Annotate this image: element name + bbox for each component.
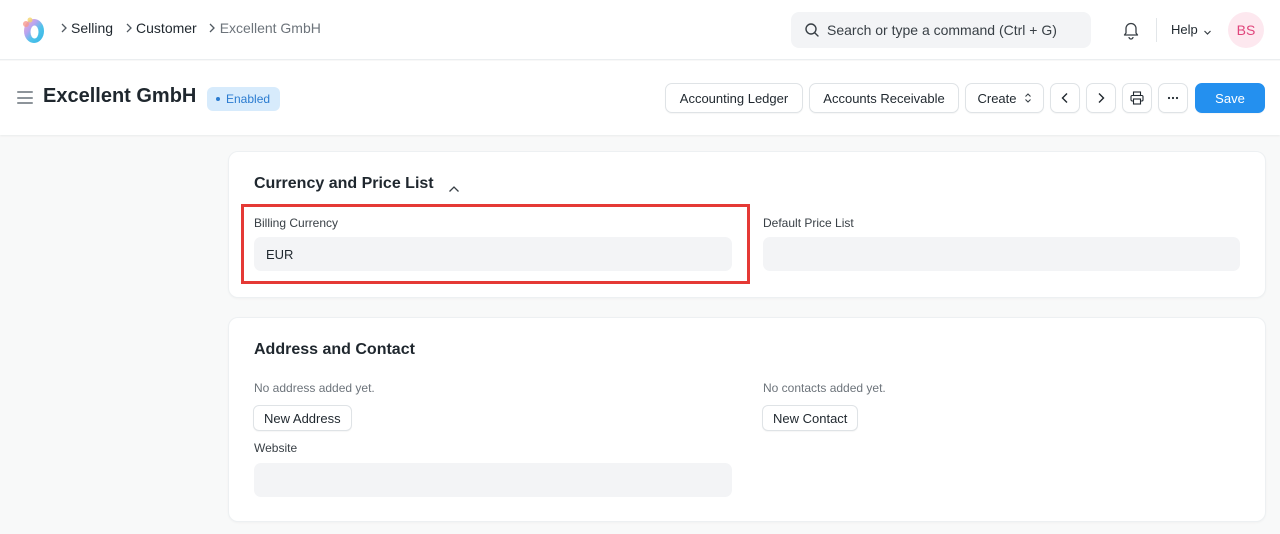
chevron-right-icon xyxy=(205,23,220,33)
chevron-down-icon xyxy=(1203,25,1212,35)
help-label: Help xyxy=(1171,22,1198,37)
no-contacts-message: No contacts added yet. xyxy=(763,381,886,395)
chevron-right-icon xyxy=(1096,92,1106,104)
sidebar-toggle-icon[interactable] xyxy=(17,91,33,104)
accounting-ledger-button[interactable]: Accounting Ledger xyxy=(665,83,803,113)
create-dropdown-button[interactable]: Create xyxy=(965,83,1044,113)
chevron-up-icon[interactable] xyxy=(448,181,460,192)
create-label: Create xyxy=(977,90,1017,106)
new-address-button[interactable]: New Address xyxy=(253,405,352,431)
ellipsis-icon xyxy=(1167,96,1179,100)
default-price-list-label: Default Price List xyxy=(763,216,854,230)
chevron-left-icon xyxy=(1060,92,1070,104)
section-currency-price-list: Currency and Price List Billing Currency… xyxy=(228,151,1266,298)
breadcrumb-customer[interactable]: Customer xyxy=(136,20,197,36)
page-title: Excellent GmbH xyxy=(43,85,197,107)
status-dot-icon xyxy=(216,97,220,101)
chevron-right-icon xyxy=(56,23,71,33)
no-address-message: No address added yet. xyxy=(254,381,375,395)
updown-chevron-icon xyxy=(1024,92,1032,104)
billing-currency-label: Billing Currency xyxy=(254,216,339,230)
navbar-divider xyxy=(1156,18,1157,42)
section-title: Address and Contact xyxy=(254,341,415,358)
breadcrumb: Selling Customer Excellent GmbH xyxy=(56,20,329,36)
search-icon xyxy=(804,22,820,38)
more-actions-button[interactable] xyxy=(1158,83,1188,113)
status-badge-label: Enabled xyxy=(226,92,271,106)
breadcrumb-current[interactable]: Excellent GmbH xyxy=(220,20,321,36)
print-button[interactable] xyxy=(1122,83,1152,113)
section-title: Currency and Price List xyxy=(254,175,434,192)
help-dropdown[interactable]: Help xyxy=(1171,22,1212,37)
status-badge: Enabled xyxy=(207,87,281,111)
page-head: Excellent GmbH Enabled Accounting Ledger… xyxy=(0,61,1280,135)
website-input[interactable] xyxy=(254,463,732,497)
navbar: Selling Customer Excellent GmbH Search o… xyxy=(0,0,1280,60)
search-input[interactable]: Search or type a command (Ctrl + G) xyxy=(827,22,1057,38)
app-logo-icon[interactable] xyxy=(21,15,47,45)
save-button[interactable]: Save xyxy=(1195,83,1265,113)
chevron-right-icon xyxy=(121,23,136,33)
website-label: Website xyxy=(254,441,298,455)
next-button[interactable] xyxy=(1086,83,1116,113)
avatar[interactable]: BS xyxy=(1228,12,1264,48)
accounts-receivable-button[interactable]: Accounts Receivable xyxy=(809,83,959,113)
bell-icon[interactable] xyxy=(1122,20,1140,40)
section-address-contact: Address and Contact No address added yet… xyxy=(228,317,1266,522)
new-contact-button[interactable]: New Contact xyxy=(762,405,859,431)
previous-button[interactable] xyxy=(1050,83,1080,113)
billing-currency-input[interactable] xyxy=(254,237,732,271)
printer-icon xyxy=(1130,91,1144,105)
breadcrumb-selling[interactable]: Selling xyxy=(71,20,113,36)
default-price-list-input[interactable] xyxy=(763,237,1240,271)
search-bar[interactable]: Search or type a command (Ctrl + G) xyxy=(791,12,1091,48)
